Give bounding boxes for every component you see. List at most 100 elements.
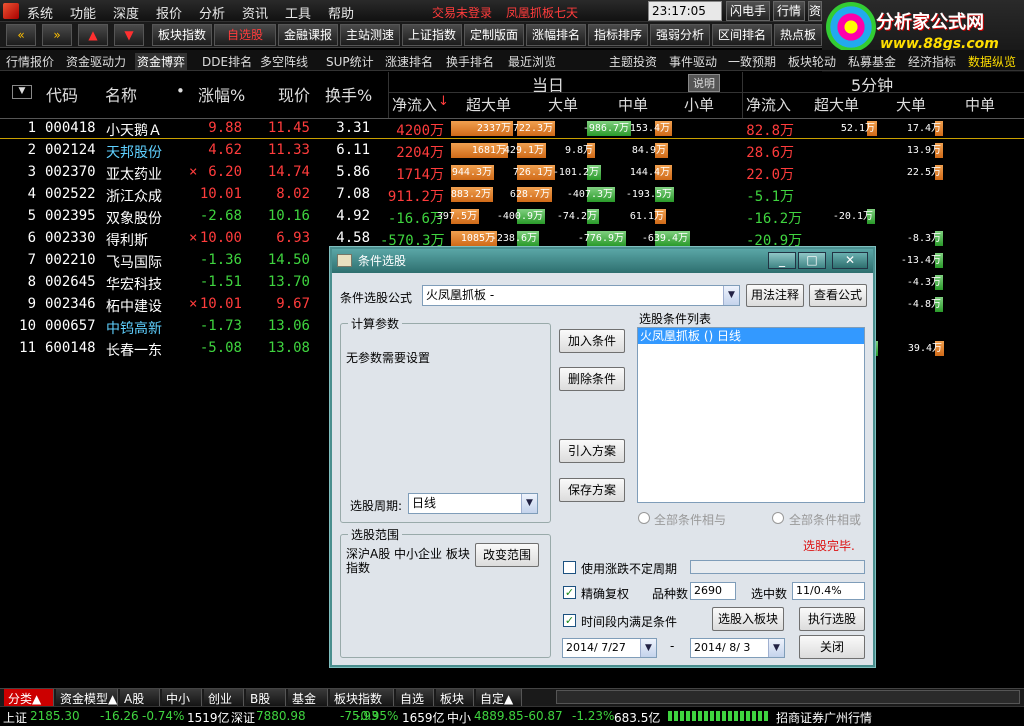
tab-consensus[interactable]: 一致预期 [728,53,776,70]
date-to-picker[interactable]: 2014/ 8/ 3 ▼ [690,638,785,658]
date-from-picker[interactable]: 2014/ 7/27 ▼ [562,638,657,658]
finance-report-button[interactable]: 金融课报 [278,24,338,46]
bottom-tab[interactable]: A股 [120,689,160,706]
menu-item-analysis[interactable]: 分析 [199,3,225,22]
page-down-button[interactable]: ▼ [114,24,144,46]
chevron-down-icon[interactable]: ▼ [768,639,784,657]
radio-and[interactable] [638,512,650,524]
explain-button[interactable]: 说明 [688,74,720,92]
tab-sup-stats[interactable]: SUP统计 [326,53,374,70]
chevron-down-icon[interactable]: ▼ [723,286,739,305]
speed-test-button[interactable]: 主站测速 [340,24,400,46]
nav-back-button[interactable]: « [6,24,36,46]
col-turnover[interactable]: 换手% [325,82,372,106]
to-block-button[interactable]: 选股入板块 [712,607,784,631]
menu-item-news[interactable]: 资讯 [242,3,268,22]
table-row[interactable]: 2 002124 天邦股份 4.62 11.33 6.11 2204万 1681万 429.1万… [0,140,1024,162]
unfixed-period-checkbox[interactable] [563,561,576,574]
strength-analysis-button[interactable]: 强弱分析 [650,24,710,46]
usage-note-button[interactable]: 用法注释 [746,284,804,307]
favorites-button[interactable]: 自选股 [214,24,276,46]
change-range-button[interactable]: 改变范围 [475,543,539,567]
radio-or[interactable] [772,512,784,524]
chevron-down-icon[interactable]: ▼ [521,494,537,513]
formula-select[interactable]: 火凤凰抓板 - ▼ [422,285,740,306]
col-s-order[interactable]: 小单 [684,94,714,115]
col-xl-order-5m[interactable]: 超大单 [814,94,859,115]
tab-speed-rank[interactable]: 涨速排名 [385,53,433,70]
tab-fund-game[interactable]: 资金博弈 [135,53,188,70]
close-icon[interactable]: ✕ [832,252,868,269]
add-condition-button[interactable]: 加入条件 [559,329,625,353]
import-scheme-button[interactable]: 引入方案 [559,439,625,463]
nav-forward-button[interactable]: » [42,24,72,46]
bottom-tab[interactable]: 自选 [396,689,434,706]
col-net-inflow[interactable]: 净流入 [392,94,437,115]
bottom-tab[interactable]: 分类▲ [4,689,54,706]
col-m-order[interactable]: 中单 [618,94,648,115]
bottom-tab[interactable]: 中小 [162,689,202,706]
tab-dde-rank[interactable]: DDE排名 [202,53,252,70]
col-l-order[interactable]: 大单 [548,94,578,115]
col-code[interactable]: 代码 [46,82,78,106]
bottom-tab[interactable]: 创业 [204,689,244,706]
menu-item-system[interactable]: 系统 [27,3,53,22]
table-row[interactable]: 1 000418 小天鹅Ａ 9.88 11.45 3.31 4200万 2337万 722.3万… [0,118,1024,140]
hot-block-button[interactable]: 热点板 [774,24,822,46]
menu-item-function[interactable]: 功能 [70,3,96,22]
custom-layout-button[interactable]: 定制版面 [464,24,524,46]
menu-item-help[interactable]: 帮助 [328,3,354,22]
col-price[interactable]: 现价 [278,82,310,106]
condition-list[interactable]: 火凤凰抓板 () 日线 [637,327,865,503]
range-rank-button[interactable]: 区间排名 [712,24,772,46]
tab-event[interactable]: 事件驱动 [669,53,717,70]
col-change[interactable]: 涨幅% [198,82,245,106]
run-screen-button[interactable]: 执行选股 [799,607,865,631]
tab-theme[interactable]: 主题投资 [609,53,657,70]
tab-rotation[interactable]: 板块轮动 [788,53,836,70]
tab-private-fund[interactable]: 私募基金 [848,53,896,70]
table-row[interactable]: 4 002522 浙江众成 10.01 8.02 7.08 911.2万 883.2万 628.… [0,184,1024,206]
page-up-button[interactable]: ▲ [78,24,108,46]
column-menu-icon[interactable]: ▼ [12,85,32,99]
table-row[interactable]: 3 002370 亚太药业 × 6.20 14.74 5.86 1714万 944.3万 726.… [0,162,1024,184]
bottom-tab[interactable]: 基金 [288,689,328,706]
col-l-order-5m[interactable]: 大单 [896,94,926,115]
menu-item-tools[interactable]: 工具 [285,3,311,22]
save-scheme-button[interactable]: 保存方案 [559,478,625,502]
block-index-button[interactable]: 板块指数 [152,24,212,46]
tab-longshort[interactable]: 多空阵线 [260,53,308,70]
col-net-inflow-5m[interactable]: 净流入 [746,94,791,115]
sh-index-button[interactable]: 上证指数 [402,24,462,46]
tab-econ[interactable]: 经济指标 [908,53,956,70]
chevron-down-icon[interactable]: ▼ [640,639,656,657]
tab-data[interactable]: 数据纵览 [968,53,1016,70]
horizontal-scrollbar[interactable] [556,690,1020,704]
bottom-tab[interactable]: 自定▲ [476,689,522,706]
maximize-icon[interactable]: □ [798,252,826,269]
table-row[interactable]: 5 002395 双象股份 -2.68 10.16 4.92 -16.6万 397.5万 -40… [0,206,1024,228]
tab-recent[interactable]: 最近浏览 [508,53,556,70]
menu-item-quote[interactable]: 报价 [156,3,182,22]
bottom-tab[interactable]: 板块指数 [330,689,394,706]
col-xl-order[interactable]: 超大单 [466,94,511,115]
period-condition-checkbox[interactable]: ✓ [563,614,576,627]
minimize-icon[interactable]: _ [768,252,796,269]
tab-fund-drive[interactable]: 资金驱动力 [66,53,126,70]
tab-quote[interactable]: 行情报价 [6,53,54,70]
condition-list-item[interactable]: 火凤凰抓板 () 日线 [638,328,864,344]
period-select[interactable]: 日线 ▼ [408,493,538,514]
bottom-tab[interactable]: 板块 [436,689,474,706]
tab-turnover-rank[interactable]: 换手排名 [446,53,494,70]
bottom-tab[interactable]: 资金模型▲ [56,689,118,706]
menu-item-depth[interactable]: 深度 [113,3,139,22]
flash-trade-button[interactable]: 闪电手 [726,1,770,21]
col-m-order-5m[interactable]: 中单 [965,94,995,115]
gain-rank-button[interactable]: 涨幅排名 [526,24,586,46]
indicator-sort-button[interactable]: 指标排序 [588,24,648,46]
view-formula-button[interactable]: 查看公式 [809,284,867,307]
quote-button[interactable]: 行情 [773,1,805,21]
col-name[interactable]: 名称 [105,82,137,106]
adjust-checkbox[interactable]: ✓ [563,586,576,599]
bottom-tab[interactable]: B股 [246,689,286,706]
